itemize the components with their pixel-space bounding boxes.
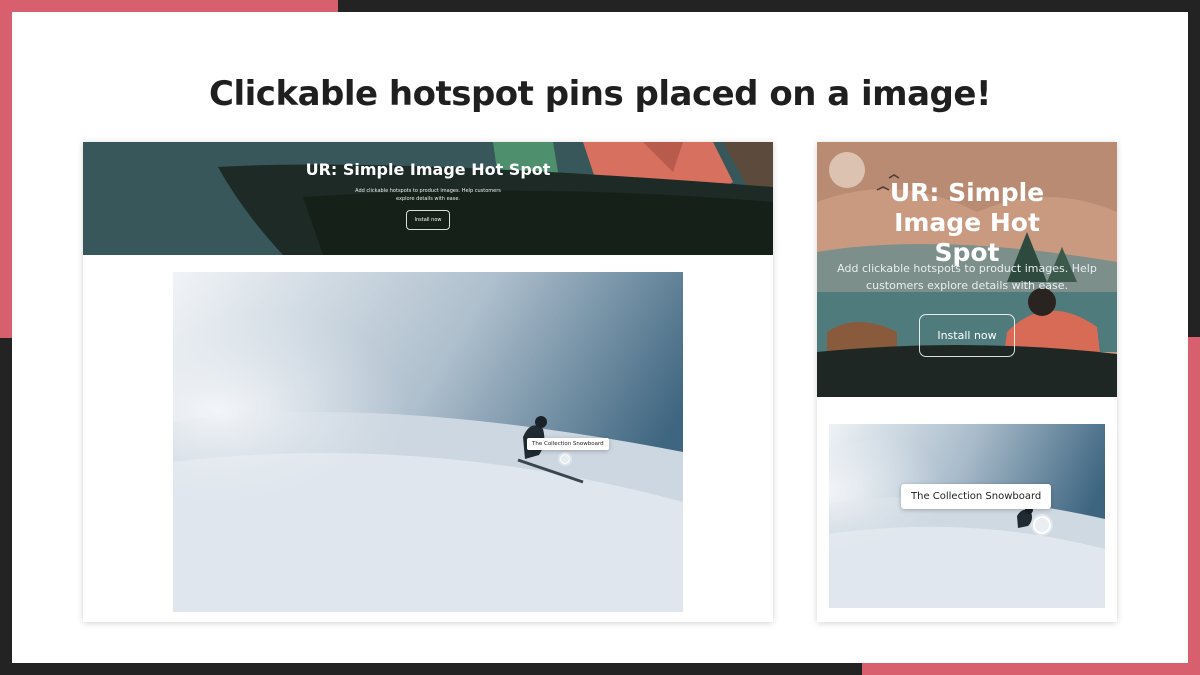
desktop-hero-subtitle: Add clickable hotspots to product images…: [355, 188, 501, 202]
mobile-snowboarder-photo: [829, 424, 1105, 608]
desktop-preview: UR: Simple Image Hot Spot Add clickable …: [83, 142, 773, 622]
mobile-hero-banner: UR: Simple Image Hot Spot Add clickable …: [817, 142, 1117, 397]
mobile-hotspot-pin[interactable]: [1033, 516, 1051, 534]
page-title: Clickable hotspot pins placed on a image…: [209, 74, 991, 114]
desktop-hotspot-tooltip: The Collection Snowboard: [527, 438, 609, 450]
mobile-hotspot-tooltip: The Collection Snowboard: [901, 484, 1052, 509]
mobile-hero-title: UR: Simple Image Hot Spot: [889, 178, 1045, 267]
mobile-hotspot-image: The Collection Snowboard: [829, 424, 1105, 608]
desktop-install-button[interactable]: Install now: [406, 210, 450, 230]
mobile-preview: UR: Simple Image Hot Spot Add clickable …: [817, 142, 1117, 622]
mobile-hero-subtitle: Add clickable hotspots to product images…: [837, 262, 1097, 292]
desktop-hero-title: UR: Simple Image Hot Spot: [305, 160, 551, 179]
promo-card: Clickable hotspot pins placed on a image…: [12, 12, 1188, 663]
desktop-hotspot-image: The Collection Snowboard: [173, 272, 683, 612]
mobile-install-button[interactable]: Install now: [919, 314, 1015, 357]
desktop-hotspot-pin[interactable]: [560, 454, 570, 464]
desktop-hero-banner: UR: Simple Image Hot Spot Add clickable …: [83, 142, 773, 255]
